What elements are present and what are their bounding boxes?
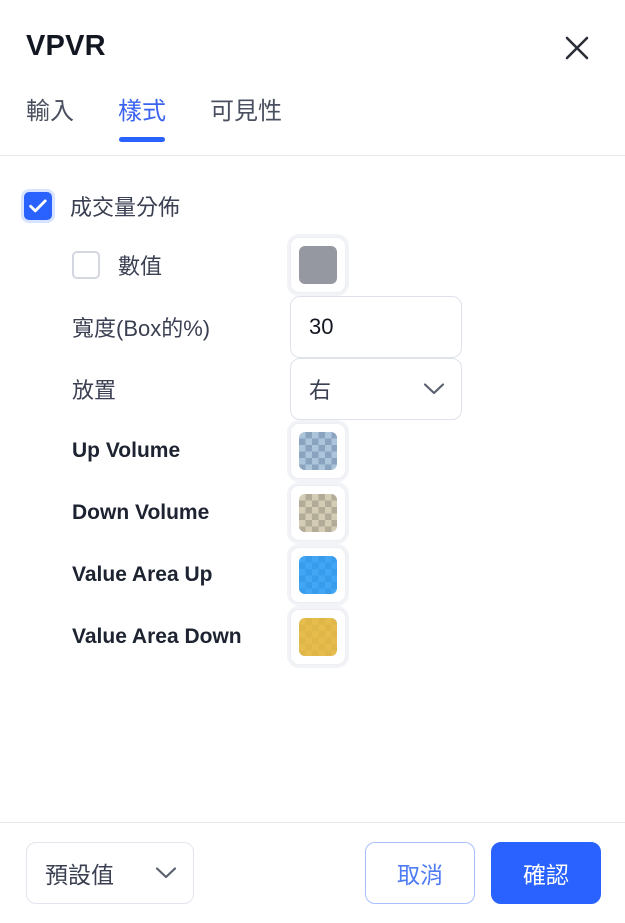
select-placement[interactable]: 右 — [290, 358, 462, 420]
label-values: 數值 — [118, 254, 163, 279]
row-down-volume: Down Volume — [24, 482, 601, 544]
row-volume-profile: 成交量分佈 — [24, 178, 601, 234]
swatch-preview-values — [299, 246, 337, 284]
select-preset-value: 預設值 — [45, 861, 114, 888]
checkbox-values[interactable] — [72, 251, 100, 279]
swatch-fill — [299, 246, 337, 284]
tab-style-label: 樣式 — [118, 98, 166, 125]
color-swatch-up-volume[interactable] — [290, 423, 346, 479]
color-swatch-values[interactable] — [290, 237, 346, 293]
settings-scroll-area[interactable]: 成交量分佈 數值 寬度(Box的%) 30 放置 右 Up Volume Dow… — [0, 156, 625, 822]
swatch-preview-down-volume — [299, 494, 337, 532]
input-width[interactable]: 30 — [290, 296, 462, 358]
close-icon — [565, 36, 589, 60]
label-down-volume: Down Volume — [72, 501, 210, 524]
tab-inputs-label: 輸入 — [26, 98, 74, 125]
row-value-area-up: Value Area Up — [24, 544, 601, 606]
label-value-area-down: Value Area Down — [72, 625, 242, 648]
tab-style[interactable]: 樣式 — [118, 92, 166, 142]
label-placement: 放置 — [72, 378, 117, 403]
row-value-area-down: Value Area Down — [24, 606, 601, 668]
dialog-footer: 預設值 取消 確認 — [0, 822, 625, 923]
select-preset-template[interactable]: 預設值 — [26, 841, 194, 904]
label-value-area-up: Value Area Up — [72, 563, 213, 586]
tab-visibility-label: 可見性 — [210, 98, 282, 125]
color-swatch-down-volume[interactable] — [290, 485, 346, 541]
tab-visibility[interactable]: 可見性 — [210, 92, 282, 124]
swatch-preview-value-area-down — [299, 618, 337, 656]
input-width-value: 30 — [309, 314, 334, 339]
footer-divider — [0, 822, 625, 823]
check-icon — [29, 199, 47, 213]
close-button[interactable] — [551, 22, 603, 74]
swatch-preview-value-area-up — [299, 556, 337, 594]
color-swatch-value-area-down[interactable] — [290, 609, 346, 665]
tab-inputs[interactable]: 輸入 — [26, 92, 74, 124]
tab-style-underline — [119, 137, 165, 142]
tab-bar: 輸入 樣式 可見性 — [0, 92, 625, 156]
row-values: 數值 — [24, 234, 601, 296]
vpvr-settings-dialog: VPVR 輸入 樣式 可見性 成交量分佈 數值 寬度(Box的%) 30 放置 … — [0, 0, 625, 923]
swatch-fill — [299, 494, 337, 532]
label-width: 寬度(Box的%) — [72, 316, 211, 341]
dialog-header: VPVR — [0, 0, 625, 92]
row-width: 寬度(Box的%) 30 — [24, 296, 601, 358]
confirm-button[interactable]: 確認 — [491, 841, 601, 904]
checkbox-volume-profile[interactable] — [24, 192, 52, 220]
row-up-volume: Up Volume — [24, 420, 601, 482]
chevron-down-icon — [423, 383, 445, 395]
chevron-down-icon — [155, 866, 177, 878]
select-placement-value: 右 — [309, 378, 332, 403]
swatch-preview-up-volume — [299, 432, 337, 470]
dialog-title: VPVR — [26, 29, 106, 62]
label-up-volume: Up Volume — [72, 439, 181, 462]
color-swatch-value-area-up[interactable] — [290, 547, 346, 603]
label-volume-profile: 成交量分佈 — [70, 195, 181, 220]
footer-actions: 取消 確認 — [365, 841, 601, 904]
swatch-fill — [299, 432, 337, 470]
cancel-button[interactable]: 取消 — [365, 841, 475, 904]
swatch-fill — [299, 618, 337, 656]
swatch-fill — [299, 556, 337, 594]
row-placement: 放置 右 — [24, 358, 601, 420]
